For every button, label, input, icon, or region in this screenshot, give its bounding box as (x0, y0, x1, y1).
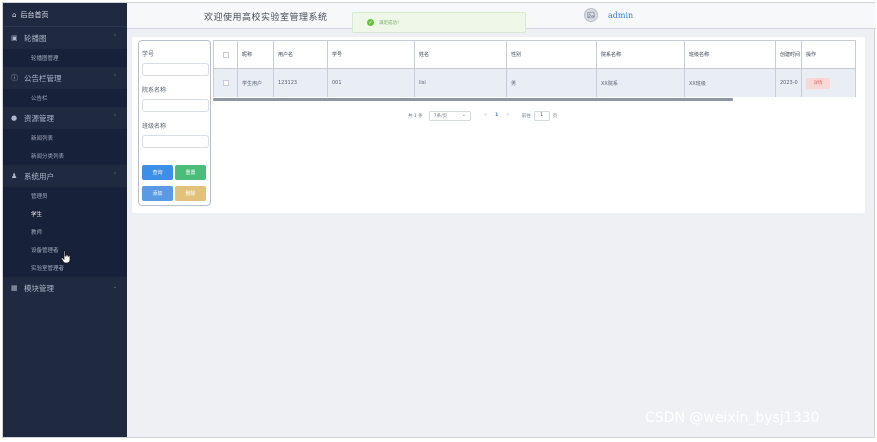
jump-label: 前往 (521, 113, 531, 119)
search-panel: 学号 院系名称 班级名称 查询 重置 添加 删除 (138, 40, 211, 206)
department-label: 院系名称 (142, 87, 167, 94)
success-toast: ✓ 满足成功！ (352, 12, 526, 33)
select-all-checkbox[interactable] (214, 41, 238, 68)
reset-button[interactable]: 重置 (175, 165, 206, 180)
toast-message: 满足成功！ (379, 20, 402, 26)
jump-suffix: 页 (552, 113, 558, 119)
pagination: 共 1 条 7条/页 ⌄ < 1 > 前往 1 页 (408, 110, 557, 121)
image-icon: ▣ (11, 34, 18, 42)
info-circle-icon: ⓘ (11, 74, 18, 82)
sidebar-item-news-category[interactable]: 新闻分类列表 (3, 147, 127, 165)
table-header-row: 昵称 用户名 学号 姓名 性别 院系名称 班级名称 创建时间 操作 (214, 41, 855, 69)
column-header[interactable]: 性别 (507, 41, 597, 68)
table-action-cell: 详情 (802, 69, 855, 97)
sidebar-item-carousel-manage[interactable]: 轮播图管理 (3, 49, 127, 67)
sidebar-item-label: 新闻列表 (31, 136, 54, 142)
chevron-up-icon: ⌃ (112, 114, 117, 120)
sidebar-item-label: 管理员 (31, 194, 48, 200)
column-header[interactable]: 昵称 (238, 41, 274, 68)
page-size-select[interactable]: 7条/页 ⌄ (428, 110, 471, 121)
sidebar-home-label: 后台首页 (20, 10, 49, 19)
total-count: 共 1 条 (408, 113, 423, 119)
hand-cursor-icon (60, 250, 71, 264)
home-icon: ⌂ (12, 10, 17, 19)
row-checkbox[interactable] (214, 69, 238, 97)
department-input[interactable] (142, 99, 209, 112)
class-label: 班级名称 (142, 123, 167, 130)
location-pin-icon: ● (11, 114, 18, 122)
student-table: 昵称 用户名 学号 姓名 性别 院系名称 班级名称 创建时间 操作 学生用户 1… (213, 40, 856, 97)
sidebar-item-admin[interactable]: 管理员 (3, 187, 127, 205)
student-id-input[interactable] (142, 63, 209, 76)
sidebar-group-label: 系统用户 (24, 171, 54, 181)
avatar[interactable] (584, 8, 598, 22)
user-icon: ♟ (11, 172, 18, 180)
sidebar-group-resources[interactable]: ● 资源管理 ⌃ (3, 107, 127, 129)
sidebar-home[interactable]: ⌂ 后台首页 (3, 3, 127, 27)
sidebar-item-label: 学生 (31, 212, 43, 218)
add-button[interactable]: 添加 (142, 186, 173, 201)
chevron-up-icon: ⌃ (112, 34, 117, 40)
table-cell: 男 (507, 69, 597, 97)
table-cell: lisi (415, 69, 507, 97)
sidebar-item-label: 实验室管理者 (31, 266, 65, 272)
sidebar-group-carousel[interactable]: ▣ 轮播图 ⌃ (3, 27, 127, 49)
column-header: 操作 (806, 52, 817, 58)
sidebar-group-label: 模块管理 (24, 283, 54, 293)
chevron-down-icon: ⌄ (461, 113, 466, 118)
table-row[interactable]: 学生用户 123123 001 lisi 男 XX院系 XX班级 2023-0 … (214, 69, 855, 97)
jump-page-input[interactable]: 1 (533, 110, 550, 121)
search-button[interactable]: 查询 (142, 165, 173, 180)
page-title: 欢迎使用高校实验室管理系统 (204, 13, 328, 23)
sidebar-group-users[interactable]: ♟ 系统用户 ⌃ (3, 165, 127, 187)
image-placeholder-icon (587, 11, 595, 19)
sidebar-group-label: 资源管理 (24, 113, 54, 123)
sidebar: ⌂ 后台首页 ▣ 轮播图 ⌃ 轮播图管理 ⓘ 公告栏管理 ⌃ 公告栏 ● 资源管… (3, 3, 127, 437)
username-link[interactable]: admin (608, 11, 633, 20)
class-input[interactable] (142, 135, 209, 148)
table-cell: XX院系 (597, 69, 685, 97)
sidebar-group-modules[interactable]: ▦ 模块管理 ⌄ (3, 277, 127, 299)
sidebar-item-label: 轮播图管理 (31, 56, 59, 62)
page-size-value: 7条/页 (433, 113, 448, 119)
chevron-up-icon: ⌃ (112, 172, 117, 178)
sidebar-item-notice[interactable]: 公告栏 (3, 89, 127, 107)
table-cell: XX班级 (685, 69, 776, 97)
column-header[interactable]: 班级名称 (685, 41, 776, 68)
sidebar-item-teacher[interactable]: 教师 (3, 223, 127, 241)
top-header: 欢迎使用高校实验室管理系统 ✓ 满足成功！ admin (127, 3, 876, 33)
sidebar-item-news-list[interactable]: 新闻列表 (3, 129, 127, 147)
sidebar-item-label: 新闻分类列表 (31, 154, 65, 160)
student-id-label: 学号 (142, 51, 155, 58)
column-header[interactable]: 院系名称 (597, 41, 685, 68)
chevron-down-icon: ⌄ (112, 284, 117, 290)
prev-page-button[interactable]: < (480, 113, 492, 118)
grid-icon: ▦ (11, 284, 18, 292)
column-header[interactable]: 创建时间 (776, 41, 802, 68)
table-cell: 123123 (274, 69, 328, 97)
chevron-up-icon: ⌃ (112, 74, 117, 80)
sidebar-group-label: 轮播图 (24, 33, 47, 43)
delete-button[interactable]: 删除 (175, 186, 206, 201)
column-header[interactable]: 用户名 (274, 41, 328, 68)
column-header[interactable]: 学号 (328, 41, 415, 68)
sidebar-item-label: 设备管理者 (31, 248, 59, 254)
table-cell: 001 (328, 69, 415, 97)
watermark-text: CSDN @weixin_bysj1330 (645, 410, 820, 426)
table-cell: 2023-0 (776, 69, 802, 97)
next-page-button[interactable]: > (502, 113, 514, 118)
sidebar-item-label: 公告栏 (31, 96, 48, 102)
check-circle-icon: ✓ (367, 19, 374, 26)
sidebar-item-student[interactable]: 学生 (3, 205, 127, 223)
table-horizontal-scrollbar[interactable] (213, 98, 733, 101)
sidebar-group-notice[interactable]: ⓘ 公告栏管理 ⌃ (3, 67, 127, 89)
detail-button[interactable]: 详情 (806, 77, 830, 89)
table-cell: 学生用户 (238, 69, 274, 97)
current-page[interactable]: 1 (492, 113, 502, 118)
sidebar-item-label: 教师 (31, 230, 43, 236)
column-header[interactable]: 姓名 (415, 41, 507, 68)
sidebar-group-label: 公告栏管理 (24, 73, 62, 83)
